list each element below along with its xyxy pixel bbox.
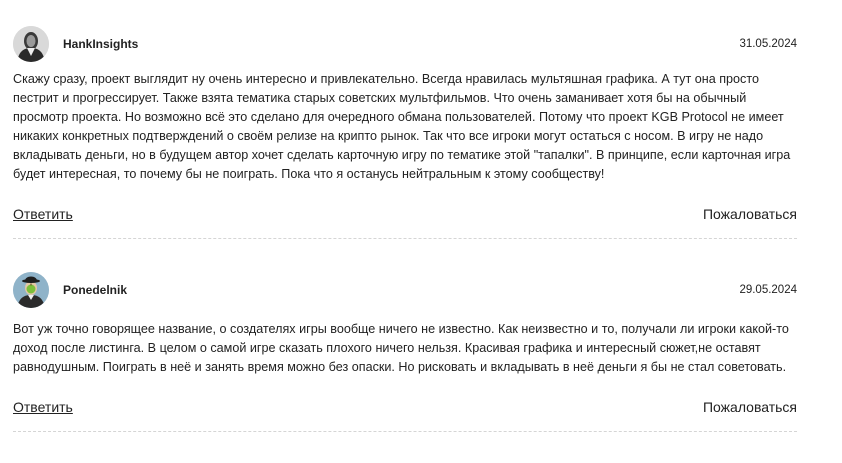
comment-date: 29.05.2024 — [739, 284, 797, 296]
comment-header: Ponedelnik 29.05.2024 — [13, 272, 797, 310]
reply-link[interactable]: Ответить — [13, 399, 73, 415]
comment-item: Ponedelnik 29.05.2024 Вот уж точно говор… — [13, 272, 797, 432]
reply-link[interactable]: Ответить — [13, 206, 73, 222]
comment-date: 31.05.2024 — [739, 38, 797, 50]
divider — [13, 431, 797, 432]
comment-text: Вот уж точно говорящее название, о созда… — [13, 322, 789, 374]
comment-item: HankInsights 31.05.2024 Скажу сразу, про… — [13, 26, 797, 239]
author-name: Ponedelnik — [63, 283, 128, 297]
report-link[interactable]: Пожаловаться — [703, 206, 797, 222]
comment-actions: Ответить Пожаловаться — [13, 206, 797, 226]
report-link[interactable]: Пожаловаться — [703, 399, 797, 415]
portrait-bw-avatar-icon — [13, 26, 49, 62]
comments-list: HankInsights 31.05.2024 Скажу сразу, про… — [0, 0, 842, 463]
divider — [13, 238, 797, 239]
comment-header: HankInsights 31.05.2024 — [13, 26, 797, 64]
comment-text: Скажу сразу, проект выглядит ну очень ин… — [13, 72, 791, 181]
avatar — [13, 272, 49, 308]
bowler-hat-apple-avatar-icon — [13, 272, 49, 308]
avatar — [13, 26, 49, 62]
author-name: HankInsights — [63, 37, 139, 51]
comment-actions: Ответить Пожаловаться — [13, 399, 797, 419]
